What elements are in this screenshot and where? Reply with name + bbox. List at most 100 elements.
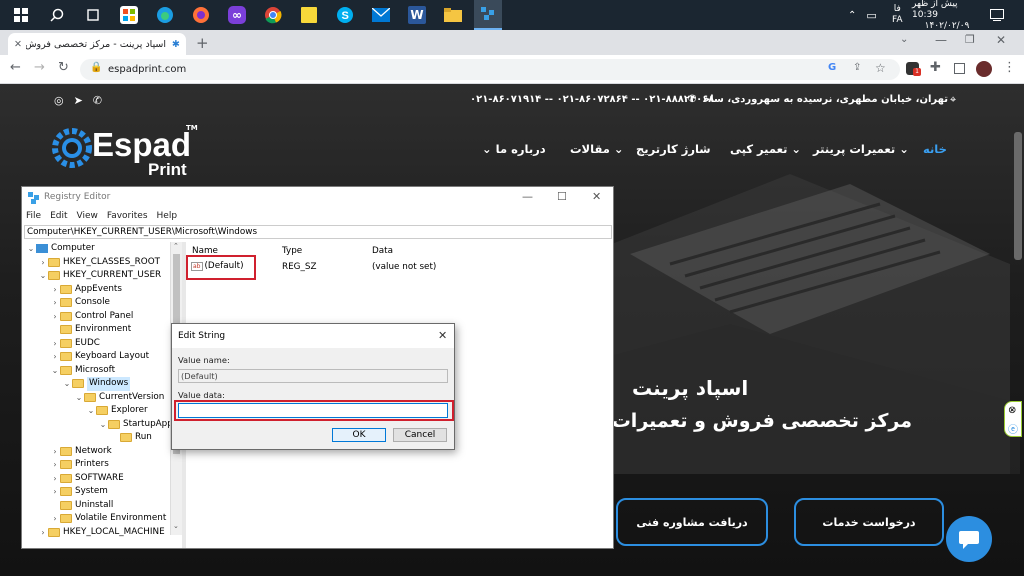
menu-file[interactable]: File bbox=[26, 211, 41, 221]
widget-app-icon[interactable]: ⓔ bbox=[1008, 421, 1018, 436]
close-window-icon[interactable]: ✕ bbox=[996, 33, 1006, 47]
windows-start-icon[interactable] bbox=[8, 4, 34, 26]
extensions-puzzle-icon[interactable]: ✚ bbox=[930, 60, 941, 75]
file-explorer-icon[interactable] bbox=[440, 4, 466, 26]
tree-appevents[interactable]: › AppEvents bbox=[24, 283, 183, 297]
profile-avatar[interactable] bbox=[976, 61, 992, 77]
tree-explorer[interactable]: ⌄ Explorer bbox=[24, 404, 183, 418]
address-bar[interactable]: 🔒 espadprint.com G ⇪ ☆ bbox=[80, 59, 900, 80]
tree-keyboard-layout[interactable]: › Keyboard Layout bbox=[24, 350, 183, 364]
value-data-input[interactable] bbox=[178, 403, 448, 418]
chevron-right-icon[interactable]: › bbox=[50, 310, 60, 324]
nav-about[interactable]: ⌄ درباره ما bbox=[482, 142, 546, 156]
telegram-icon[interactable]: ➤ bbox=[74, 94, 83, 107]
nav-printer-repair[interactable]: تعمیرات پرینتر ⌄ bbox=[813, 142, 909, 156]
chrome-menu-icon[interactable]: ⋮ bbox=[1003, 60, 1016, 75]
google-translate-icon[interactable]: G bbox=[828, 62, 836, 73]
tree-control-panel[interactable]: › Control Panel bbox=[24, 310, 183, 324]
extension-icon[interactable]: 1 bbox=[906, 62, 921, 76]
menu-view[interactable]: View bbox=[77, 211, 98, 221]
notification-icon[interactable] bbox=[990, 0, 1004, 30]
side-panel-icon[interactable] bbox=[954, 63, 965, 74]
nav-articles[interactable]: مقالات ⌄ bbox=[570, 142, 624, 156]
widget-close-icon[interactable]: ⊗ bbox=[1008, 405, 1016, 416]
registry-maximize-icon[interactable]: ☐ bbox=[557, 190, 567, 203]
search-icon[interactable] bbox=[44, 4, 70, 26]
logo-text[interactable]: Espad bbox=[92, 126, 191, 164]
instagram-icon[interactable]: ◎ bbox=[54, 94, 64, 107]
firefox-icon[interactable] bbox=[188, 4, 214, 26]
reload-icon[interactable]: ↻ bbox=[58, 60, 69, 75]
dialog-titlebar[interactable]: Edit String ✕ bbox=[172, 324, 454, 348]
chevron-down-icon[interactable]: ⌄ bbox=[38, 269, 48, 283]
registry-close-icon[interactable]: ✕ bbox=[592, 190, 601, 203]
chevron-down-icon[interactable]: ⌄ bbox=[74, 391, 84, 405]
scroll-down-icon[interactable]: ⌄ bbox=[173, 522, 179, 530]
back-icon[interactable]: ← bbox=[10, 60, 21, 75]
chevron-right-icon[interactable]: › bbox=[50, 445, 60, 459]
chevron-down-icon[interactable]: ⌄ bbox=[98, 418, 108, 432]
nav-home[interactable]: خانه bbox=[923, 142, 947, 156]
nav-cartridge[interactable]: شارژ کارتریج bbox=[636, 142, 711, 156]
bookmark-star-icon[interactable]: ☆ bbox=[875, 61, 886, 75]
chevron-right-icon[interactable]: › bbox=[50, 512, 60, 526]
chevron-right-icon[interactable]: › bbox=[50, 485, 60, 499]
registry-minimize-icon[interactable]: — bbox=[522, 190, 533, 203]
tree-volatile-environment[interactable]: › Volatile Environment bbox=[24, 512, 183, 526]
chevron-right-icon[interactable]: › bbox=[38, 526, 48, 540]
clock-time[interactable]: پیش از ظهر 10:39 bbox=[912, 0, 982, 21]
tree-currentversion[interactable]: ⌄ CurrentVersion bbox=[24, 391, 183, 405]
request-service-button[interactable]: درخواست خدمات bbox=[794, 498, 944, 546]
ok-button[interactable]: OK bbox=[332, 428, 386, 442]
tree-computer[interactable]: ⌄ Computer bbox=[24, 242, 183, 256]
chat-icon[interactable] bbox=[946, 516, 992, 562]
scroll-up-icon[interactable]: ⌃ bbox=[173, 242, 179, 250]
app-purple-icon[interactable]: ∞ bbox=[228, 6, 246, 24]
logo-gear-icon[interactable] bbox=[52, 128, 92, 168]
chevron-down-icon[interactable]: ⌄ bbox=[86, 404, 96, 418]
column-type[interactable]: Type bbox=[282, 246, 302, 256]
chevron-down-icon[interactable]: ⌄ bbox=[50, 364, 60, 378]
registry-titlebar[interactable]: Registry Editor — ☐ ✕ bbox=[22, 187, 613, 209]
tree-network[interactable]: › Network bbox=[24, 445, 183, 459]
tree-startupapp[interactable]: ⌄ StartupApp bbox=[24, 418, 183, 432]
chevron-right-icon[interactable]: › bbox=[50, 472, 60, 486]
language-code[interactable]: FA bbox=[892, 15, 903, 26]
chevron-right-icon[interactable]: › bbox=[50, 350, 60, 364]
column-data[interactable]: Data bbox=[372, 246, 393, 256]
tab-search-chevron-icon[interactable]: ⌄ bbox=[900, 34, 908, 45]
registry-editor-taskbar-icon[interactable] bbox=[474, 0, 502, 30]
edge-icon[interactable] bbox=[152, 4, 178, 26]
tree-hkcr[interactable]: › HKEY_CLASSES_ROOT bbox=[24, 256, 183, 270]
chevron-down-icon[interactable]: ⌄ bbox=[62, 377, 72, 391]
tree-console[interactable]: › Console bbox=[24, 296, 183, 310]
tree-uninstall[interactable]: Uninstall bbox=[24, 499, 183, 513]
minimize-icon[interactable]: — bbox=[935, 33, 947, 47]
phone-numbers[interactable]: ۰۲۱-۸۸۸۲۴۰۶۸ -- ۰۲۱-۸۶۰۷۲۸۶۴ -- ۰۲۱-۸۶۰۷… bbox=[470, 94, 714, 105]
word-icon[interactable]: W bbox=[408, 6, 426, 24]
tree-microsoft[interactable]: ⌄ Microsoft bbox=[24, 364, 183, 378]
tree-run[interactable]: Run bbox=[24, 431, 183, 445]
browser-tab[interactable]: ✱ اسپاد پرینت - مرکز تخصصی فروش ✕ bbox=[8, 33, 186, 55]
forward-icon[interactable]: → bbox=[34, 60, 45, 75]
new-tab-icon[interactable]: + bbox=[196, 34, 209, 52]
skype-icon[interactable]: S bbox=[332, 4, 358, 26]
lock-icon[interactable]: 🔒 bbox=[90, 62, 102, 73]
menu-help[interactable]: Help bbox=[157, 211, 178, 221]
chevron-right-icon[interactable]: › bbox=[38, 256, 48, 270]
share-icon[interactable]: ⇪ bbox=[853, 62, 861, 73]
whatsapp-icon[interactable]: ✆ bbox=[93, 94, 102, 107]
nav-copier-repair[interactable]: تعمیر کپی ⌄ bbox=[730, 142, 801, 156]
tech-consult-button[interactable]: دریافت مشاوره فنی bbox=[616, 498, 768, 546]
chevron-right-icon[interactable]: › bbox=[50, 458, 60, 472]
restore-icon[interactable]: ❐ bbox=[965, 33, 975, 46]
tree-environment[interactable]: Environment bbox=[24, 323, 183, 337]
tab-close-icon[interactable]: ✕ bbox=[14, 39, 22, 50]
tree-system[interactable]: › System bbox=[24, 485, 183, 499]
page-scrollbar-thumb[interactable] bbox=[1014, 132, 1022, 260]
chevron-right-icon[interactable]: › bbox=[50, 296, 60, 310]
chevron-right-icon[interactable]: › bbox=[50, 283, 60, 297]
tree-printers[interactable]: › Printers bbox=[24, 458, 183, 472]
dialog-close-icon[interactable]: ✕ bbox=[438, 329, 447, 342]
tree-eudc[interactable]: › EUDC bbox=[24, 337, 183, 351]
